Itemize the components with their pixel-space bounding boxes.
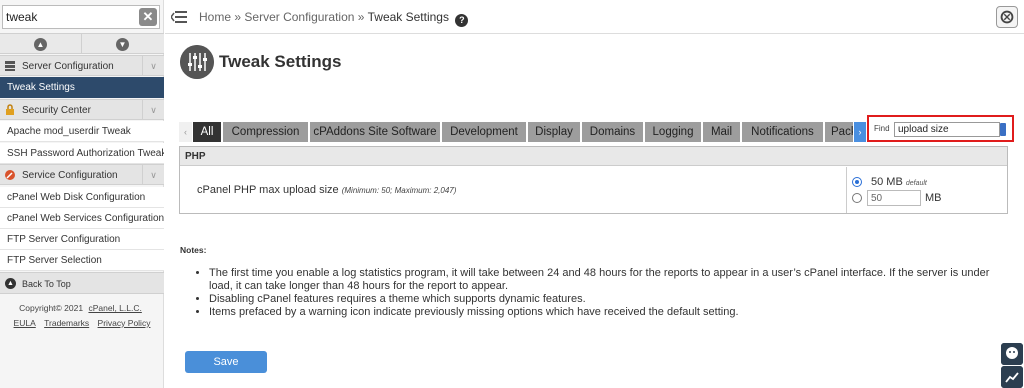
page-title: Tweak Settings [219,52,342,71]
sidebar-category-label: Service Configuration [22,170,118,181]
breadcrumb-current: Tweak Settings [367,10,449,24]
lock-icon [6,104,14,115]
setting-name: cPanel PHP max upload size [197,184,339,196]
tabs-scroll-right-icon[interactable]: › [854,122,866,142]
setting-label: cPanel PHP max upload size (Minimum: 50;… [197,184,456,196]
save-button[interactable]: Save [185,351,267,373]
sidebar-item-label: SSH Password Authorization Tweak [7,148,164,159]
tab-development[interactable]: Development [442,122,527,142]
chevron-down-icon[interactable]: ∨ [142,100,164,119]
tab-packages[interactable]: Pack [825,122,854,142]
collapse-controls: ▲ ▼ [0,33,164,54]
panel-heading: PHP [180,147,1007,166]
cpanel-link[interactable]: cPanel, L.L.C. [88,303,141,313]
eula-link[interactable]: EULA [14,318,36,328]
default-value: 50 MB [871,176,903,188]
clear-find-icon[interactable] [1000,123,1006,136]
menu-toggle-icon[interactable] [171,10,187,24]
breadcrumb: Home » Server Configuration » Tweak Sett… [199,10,469,27]
unit-label: MB [925,192,942,204]
breadcrumb-sep: » [234,10,242,24]
sidebar-item-label: Apache mod_userdir Tweak [7,126,131,137]
notes-title-text: Notes [180,245,204,255]
note-item: Items prefaced by a warning icon indicat… [209,306,1007,319]
sidebar-item-ftp-server-selection[interactable]: FTP Server Selection [0,250,164,271]
sidebar-category-server-configuration[interactable]: Server Configuration ∨ [0,55,164,76]
tab-logging[interactable]: Logging [645,122,702,142]
find-input[interactable] [894,122,1000,137]
back-to-top-label: Back To Top [22,279,71,289]
default-tag: default [905,180,927,187]
tab-cpaddons[interactable]: cPAddons Site Software [310,122,441,142]
sidebar-item-label: Tweak Settings [7,82,75,93]
sidebar-item-label: cPanel Web Services Configuration [7,213,164,224]
copyright-text: Copyright© 2021 [19,303,84,313]
sidebar-item-web-services[interactable]: cPanel Web Services Configuration [0,208,164,229]
copyright: Copyright© 2021 cPanel, L.L.C. EULA Trad… [0,301,164,331]
tweak-settings-icon [180,45,214,79]
tab-domains[interactable]: Domains [582,122,644,142]
sidebar-search-input[interactable] [6,8,134,26]
custom-value-input[interactable] [867,190,921,206]
find-box: Find [867,115,1014,142]
sidebar-item-web-disk[interactable]: cPanel Web Disk Configuration [0,187,164,208]
setting-options: 50 MB default MB [846,167,1007,213]
note-item: Disabling cPanel features requires a the… [209,293,1007,306]
tab-notifications[interactable]: Notifications [742,122,824,142]
chat-assistant-icon[interactable] [1001,343,1023,365]
collapse-all-icon[interactable]: ▲ [34,38,47,51]
sidebar-category-label: Security Center [22,105,91,116]
default-radio[interactable] [852,177,862,187]
tabs-scroll-left-icon[interactable]: ‹ [179,122,192,142]
breadcrumb-sep: » [357,10,365,24]
sidebar-item-ftp-server-config[interactable]: FTP Server Configuration [0,229,164,250]
clear-search-icon[interactable]: ✕ [139,8,157,26]
breadcrumb-home[interactable]: Home [199,10,231,24]
tab-display[interactable]: Display [528,122,581,142]
arrow-up-icon: ▲ [5,278,16,289]
trademarks-link[interactable]: Trademarks [44,318,89,328]
breadcrumb-parent[interactable]: Server Configuration [244,10,354,24]
tab-compression[interactable]: Compression [223,122,309,142]
back-to-top-button[interactable]: ▲ Back To Top [0,272,164,294]
help-icon[interactable]: ? [455,14,469,27]
sidebar-item-label: FTP Server Selection [7,255,102,266]
sidebar-item-ssh-password-auth[interactable]: SSH Password Authorization Tweak [0,143,164,164]
note-item: The first time you enable a log statisti… [209,267,1007,293]
chevron-down-icon[interactable]: ∨ [142,165,164,184]
server-icon [5,61,15,71]
logout-icon[interactable] [996,6,1018,28]
wrench-icon [5,170,15,180]
privacy-policy-link[interactable]: Privacy Policy [98,318,151,328]
top-bar: Home » Server Configuration » Tweak Sett… [165,0,1024,34]
php-settings-panel: PHP cPanel PHP max upload size (Minimum:… [179,146,1008,214]
chevron-down-icon[interactable]: ∨ [142,56,164,75]
sidebar: ✕ ▲ ▼ Server Configuration ∨ Tweak Setti… [0,0,164,388]
notes-title: Notes: [180,245,207,255]
tab-mail[interactable]: Mail [703,122,741,142]
sidebar-category-label: Server Configuration [22,61,114,72]
default-option-label: 50 MB default [871,176,927,188]
sidebar-item-tweak-settings[interactable]: Tweak Settings [0,77,164,98]
sidebar-search: ✕ [2,5,160,29]
expand-all-icon[interactable]: ▼ [116,38,129,51]
custom-radio[interactable] [852,193,862,203]
sidebar-item-label: FTP Server Configuration [7,234,121,245]
setting-hint: (Minimum: 50; Maximum: 2,047) [341,186,457,195]
tab-all[interactable]: All [193,122,222,142]
sidebar-item-apache-mod-userdir[interactable]: Apache mod_userdir Tweak [0,121,164,142]
find-label: Find [874,124,890,133]
sidebar-category-security-center[interactable]: Security Center ∨ [0,99,164,120]
sidebar-item-label: cPanel Web Disk Configuration [7,192,146,203]
notes-list: The first time you enable a log statisti… [197,267,1007,319]
sidebar-category-service-configuration[interactable]: Service Configuration ∨ [0,164,164,185]
analytics-icon[interactable] [1001,366,1023,388]
